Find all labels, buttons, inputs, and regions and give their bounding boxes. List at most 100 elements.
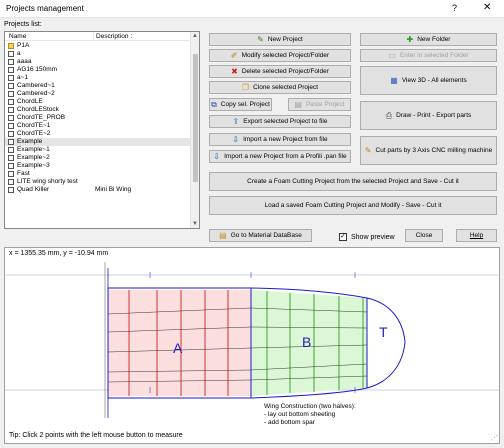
project-name: Cambered~2 xyxy=(17,90,55,97)
project-row[interactable]: ChordLEStock xyxy=(5,106,192,114)
cut-cnc-button[interactable]: ✎ Cut parts by 3 Axis CNC milling machine xyxy=(360,136,497,165)
project-row[interactable]: a xyxy=(5,50,192,58)
project-name: Cambered~1 xyxy=(17,82,55,89)
project-row[interactable]: Quad Killer Mini Bi Wing xyxy=(5,186,192,194)
plus-icon: ✚ xyxy=(406,35,414,44)
foam-create-button[interactable]: Create a Foam Cutting Project from the s… xyxy=(209,172,497,191)
import-profili-button[interactable]: ⇩ Import a new Project from a Profili .pa… xyxy=(209,150,351,163)
delete-icon: ✖ xyxy=(231,67,238,76)
scroll-down-icon[interactable]: ▼ xyxy=(192,221,198,227)
close-button[interactable]: Close xyxy=(405,229,443,242)
export-icon: ⇪ xyxy=(232,117,240,126)
project-row[interactable]: ChordTE_PROB xyxy=(5,114,192,122)
section-label-a: A xyxy=(173,340,183,356)
project-file-icon xyxy=(8,131,14,137)
copy-project-button[interactable]: ⧉ Copy sel. Project xyxy=(209,98,272,111)
project-row[interactable]: a~1 xyxy=(5,74,192,82)
edit-icon: ✐ xyxy=(230,51,238,60)
project-row[interactable]: Cambered~1 xyxy=(5,82,192,90)
export-project-button[interactable]: ⇪ Export selected Project to file xyxy=(209,115,351,128)
project-name: Example xyxy=(17,138,43,145)
scroll-up-icon[interactable]: ▲ xyxy=(192,33,198,39)
project-name: a xyxy=(17,50,21,57)
delete-project-button[interactable]: ✖ Delete selected Project/Folder xyxy=(209,65,351,78)
checkmark-icon[interactable]: ✓ xyxy=(339,233,347,241)
import-project-button[interactable]: ⇩ Import a new Project from file xyxy=(209,133,351,146)
construction-note: Wing Construction (two halves): - lay ou… xyxy=(264,403,356,426)
project-name: ChordTE_PROB xyxy=(17,114,66,121)
project-file-icon xyxy=(8,91,14,97)
project-row[interactable]: ChordTE~1 xyxy=(5,122,192,130)
project-name: Example~2 xyxy=(17,154,50,161)
column-divider[interactable] xyxy=(93,32,94,41)
project-row[interactable]: Cambered~2 xyxy=(5,90,192,98)
project-row[interactable]: aaaa xyxy=(5,58,192,66)
section-label-t: T xyxy=(379,324,388,340)
enter-folder-button[interactable]: ▭ Enter in selected Folder xyxy=(360,49,497,62)
foam-load-button[interactable]: Load a saved Foam Cutting Project and Mo… xyxy=(209,196,497,215)
project-name: Example~3 xyxy=(17,162,50,169)
projects-list[interactable]: Name Description : P1A a aaaa AG16 150mm a~1… xyxy=(4,31,200,229)
show-preview-checkbox[interactable]: ✓ Show preview xyxy=(339,233,395,241)
project-file-icon xyxy=(8,99,14,105)
project-row[interactable]: Example~3 xyxy=(5,162,192,170)
project-file-icon xyxy=(8,155,14,161)
list-scrollbar[interactable]: ▲ ▼ xyxy=(190,32,199,228)
material-db-button[interactable]: ▤ Go to Material DataBase xyxy=(209,229,312,242)
project-file-icon xyxy=(8,75,14,81)
project-row[interactable]: P1A xyxy=(5,42,192,50)
project-name: Fast xyxy=(17,170,30,177)
preview-canvas[interactable]: x = 1355.35 mm, y = -10.94 mm A B T Wing… xyxy=(4,247,500,444)
project-row[interactable]: ChordTE~2 xyxy=(5,130,192,138)
new-folder-button[interactable]: ✚ New Folder xyxy=(360,33,497,46)
cnc-icon: ✎ xyxy=(364,146,372,155)
paste-icon: ▤ xyxy=(294,100,302,109)
copy-icon: ⧉ xyxy=(211,99,217,109)
project-row[interactable]: Example xyxy=(5,138,192,146)
project-file-icon xyxy=(8,187,14,193)
project-row[interactable]: Example~1 xyxy=(5,146,192,154)
draw-print-button[interactable]: ⎙ Draw - Print - Export parts xyxy=(360,101,497,130)
projects-list-label: Projects list: xyxy=(4,21,42,28)
printer-icon: ⎙ xyxy=(385,110,393,120)
project-file-icon xyxy=(8,83,14,89)
resize-grip-icon[interactable]: ⋰ xyxy=(491,434,498,442)
wing-drawing xyxy=(5,262,499,418)
clone-project-button[interactable]: ❐ Clone selected Project xyxy=(209,81,351,94)
project-row[interactable]: Example~2 xyxy=(5,154,192,162)
new-project-button[interactable]: ✎ New Project xyxy=(209,33,351,46)
project-name: Example~1 xyxy=(17,146,50,153)
project-description: Mini Bi Wing xyxy=(95,186,132,193)
close-icon[interactable]: ✕ xyxy=(483,2,491,13)
title-bar: Projects management ? ✕ xyxy=(0,0,504,18)
project-row[interactable]: ChordLE xyxy=(5,98,192,106)
project-name: ChordLE xyxy=(17,98,43,105)
project-name: LITE wing shorty test xyxy=(17,178,78,185)
section-label-b: B xyxy=(302,334,312,350)
list-header: Name Description : xyxy=(5,32,191,41)
paste-project-button[interactable]: ▤ Paste Project xyxy=(288,98,351,111)
column-header-description[interactable]: Description : xyxy=(96,33,132,40)
project-file-icon xyxy=(8,163,14,169)
view-3d-button[interactable]: ▦ View 3D - All elements xyxy=(360,66,497,95)
project-row[interactable]: Fast xyxy=(5,170,192,178)
scroll-thumb[interactable] xyxy=(193,54,198,182)
folder-icon xyxy=(8,43,14,49)
project-row[interactable]: LITE wing shorty test xyxy=(5,178,192,186)
project-name: a~1 xyxy=(17,74,29,81)
pencil-icon: ✎ xyxy=(257,35,264,44)
project-name: ChordLEStock xyxy=(17,106,59,113)
project-name: ChordTE~1 xyxy=(17,122,51,129)
project-rows: P1A a aaaa AG16 150mm a~1 Cambered~1 Cambered~… xyxy=(5,42,192,194)
column-header-name[interactable]: Name xyxy=(9,33,26,40)
database-icon: ▤ xyxy=(219,231,227,240)
modify-project-button[interactable]: ✐ Modify selected Project/Folder xyxy=(209,49,351,62)
project-file-icon xyxy=(8,51,14,57)
help-icon[interactable]: ? xyxy=(452,3,457,13)
project-file-icon xyxy=(8,171,14,177)
project-row[interactable]: AG16 150mm xyxy=(5,66,192,74)
folder-enter-icon: ▭ xyxy=(388,51,396,60)
help-button[interactable]: Help xyxy=(456,229,497,242)
import-icon: ⇩ xyxy=(232,135,240,144)
project-file-icon xyxy=(8,67,14,73)
